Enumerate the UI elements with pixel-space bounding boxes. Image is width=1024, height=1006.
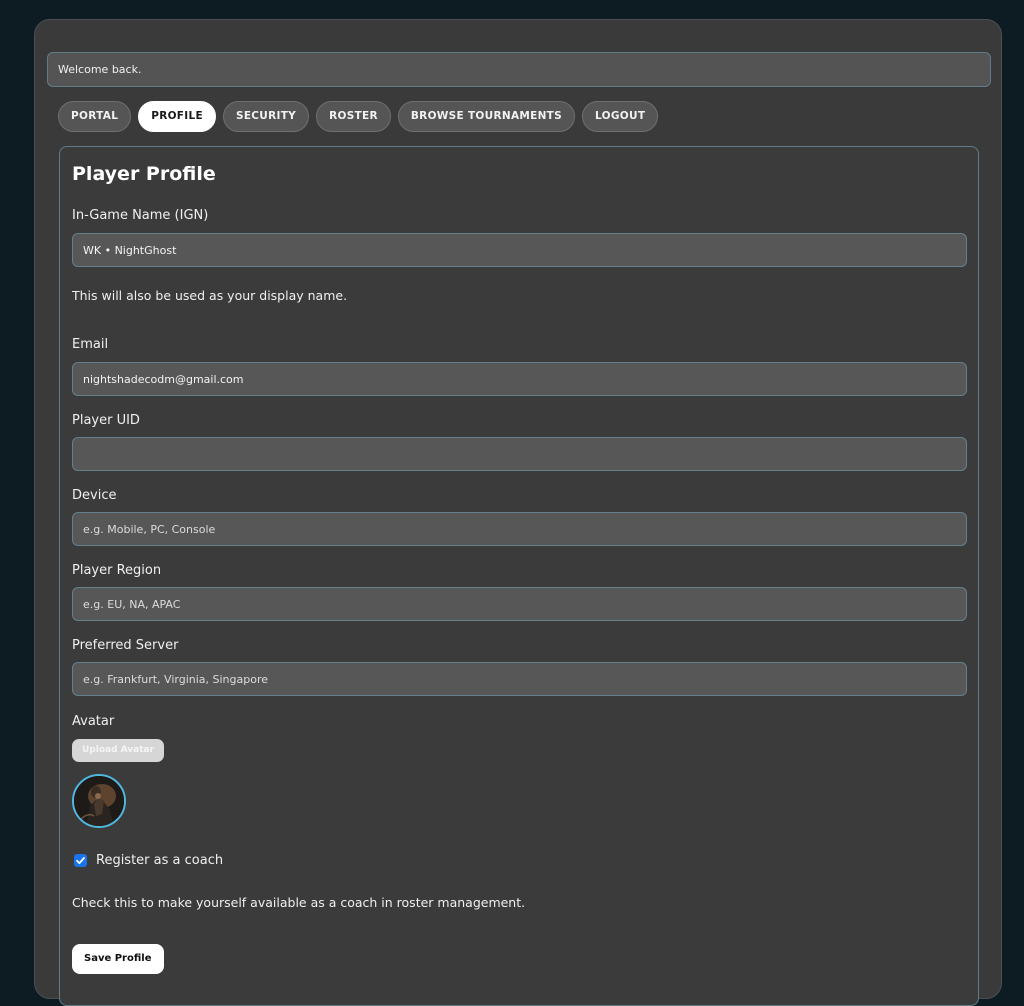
tab-profile[interactable]: PROFILE	[138, 101, 216, 132]
player-region-input[interactable]	[72, 587, 967, 621]
tab-security[interactable]: SECURITY	[222, 101, 310, 132]
tab-logout[interactable]: LOGOUT	[582, 101, 659, 132]
coach-checkbox[interactable]	[74, 854, 87, 867]
welcome-banner: Welcome back.	[47, 52, 991, 87]
checkmark-icon	[76, 857, 85, 865]
avatar	[72, 774, 126, 828]
device-input[interactable]	[72, 512, 967, 546]
avatar-label: Avatar	[72, 714, 115, 729]
page-title: Player Profile	[72, 163, 216, 185]
tab-browse-tournaments[interactable]: BROWSE TOURNAMENTS	[397, 101, 576, 132]
preferred-server-input[interactable]	[72, 662, 967, 696]
device-label: Device	[72, 488, 117, 503]
player-region-label: Player Region	[72, 563, 162, 578]
profile-window: Welcome back. PORTAL PROFILE SECURITY RO…	[34, 19, 1002, 1006]
coach-checkbox-row: Register as a coach	[74, 853, 223, 868]
ign-label: In-Game Name (IGN)	[72, 208, 209, 223]
save-profile-button[interactable]: Save Profile	[72, 944, 164, 974]
player-uid-input[interactable]	[72, 437, 967, 471]
ign-input[interactable]	[72, 233, 967, 267]
tab-portal[interactable]: PORTAL	[58, 101, 132, 132]
nav-tabs: PORTAL PROFILE SECURITY ROSTER BROWSE TO…	[58, 101, 659, 132]
email-field[interactable]	[72, 362, 967, 396]
coach-help-text: Check this to make yourself available as…	[72, 895, 526, 910]
coach-checkbox-label[interactable]: Register as a coach	[96, 853, 223, 868]
tab-roster[interactable]: ROSTER	[316, 101, 391, 132]
preferred-server-label: Preferred Server	[72, 638, 179, 653]
player-uid-label: Player UID	[72, 413, 140, 428]
avatar-image	[74, 776, 124, 826]
profile-card: Player Profile In-Game Name (IGN) This w…	[59, 146, 979, 1006]
ign-help-text: This will also be used as your display n…	[72, 288, 348, 303]
upload-avatar-button[interactable]: Upload Avatar	[72, 739, 165, 762]
email-label: Email	[72, 337, 109, 352]
